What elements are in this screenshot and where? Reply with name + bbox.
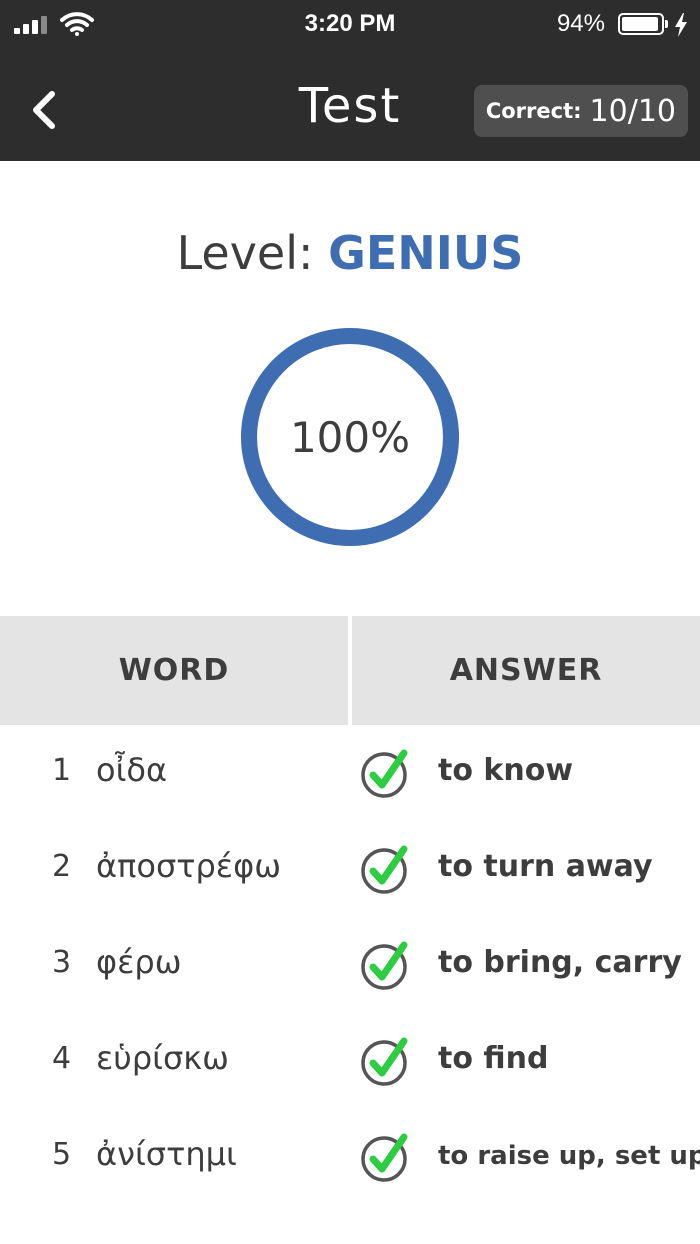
answer-column-header: ANSWER (352, 616, 700, 725)
correct-check-icon (361, 845, 408, 894)
level-line: Level: GENIUS (0, 226, 700, 280)
correct-label: Correct: (485, 99, 582, 123)
row-answer: to turn away (438, 849, 653, 884)
row-number: 1 (52, 753, 72, 788)
row-answer: to know (438, 753, 574, 788)
table-row: 5 ἀνίστημι to raise up, set up (0, 1109, 700, 1205)
results-list: 1 οἶδα to know 2 ἀποστρέφω to turn away … (0, 725, 700, 1205)
status-bar: 3:20 PM 94% (0, 0, 700, 50)
word-column-header: WORD (0, 616, 348, 725)
correct-check-icon (361, 1037, 408, 1086)
charging-bolt-icon (675, 13, 687, 37)
correct-check-icon (361, 941, 408, 990)
row-number: 3 (52, 945, 72, 980)
battery-percent: 94% (556, 10, 605, 37)
results-table-header: WORD ANSWER (0, 616, 700, 725)
progress-percent: 100% (289, 412, 411, 462)
level-value: GENIUS (328, 226, 524, 280)
nav-bar: Test Correct: 10/10 (0, 50, 700, 161)
correct-score-badge: Correct: 10/10 (473, 85, 688, 137)
level-label: Level: (176, 226, 314, 280)
table-row: 1 οἶδα to know (0, 725, 700, 821)
row-word: οἶδα (96, 751, 168, 789)
row-word: ἀποστρέφω (96, 847, 281, 885)
row-word: εὑρίσκω (96, 1039, 229, 1077)
row-answer: to bring, carry (438, 945, 682, 980)
row-number: 4 (52, 1041, 72, 1076)
row-word: ἀνίστημι (96, 1135, 237, 1173)
table-row: 4 εὑρίσκω to find (0, 1013, 700, 1109)
row-answer: to raise up, set up (438, 1141, 700, 1171)
table-row: 2 ἀποστρέφω to turn away (0, 821, 700, 917)
row-answer: to find (438, 1041, 549, 1076)
correct-check-icon (361, 1133, 408, 1182)
table-row: 3 φέρω to bring, carry (0, 917, 700, 1013)
correct-value: 10/10 (589, 93, 676, 129)
row-number: 5 (52, 1137, 72, 1172)
battery-icon (618, 13, 668, 35)
correct-check-icon (361, 749, 408, 798)
row-number: 2 (52, 849, 72, 884)
row-word: φέρω (96, 943, 182, 981)
